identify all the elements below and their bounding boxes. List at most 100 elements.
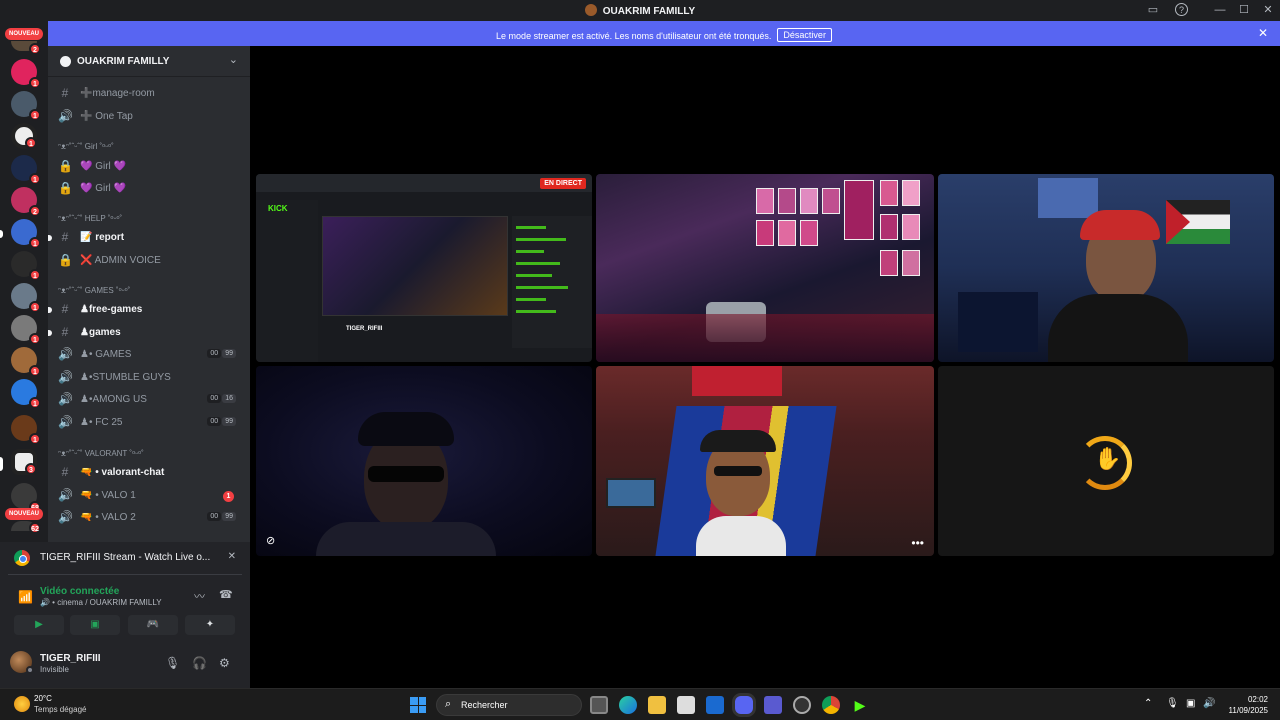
server-header[interactable]: OUAKRIM FAMILLY ⌄	[48, 46, 250, 77]
video-tile[interactable]	[938, 174, 1274, 362]
server-icon[interactable]: 2	[11, 187, 41, 217]
channel-manage-room[interactable]: # ➕manage-room	[56, 84, 244, 104]
channel-fc25[interactable]: 🔊 ♟• FC 25 00 99	[56, 413, 244, 433]
maximize-button[interactable]: ☐	[1236, 3, 1252, 17]
server-icon[interactable]: 1	[11, 155, 41, 185]
tray-chevron-icon[interactable]: ⌃	[1144, 698, 1152, 709]
search-placeholder: Rechercher	[461, 700, 508, 710]
video-tile[interactable]: ⊘	[256, 366, 592, 556]
disable-streamer-mode-button[interactable]: Désactiver	[777, 28, 832, 42]
mention-badge: 1	[25, 137, 37, 149]
video-tile[interactable]	[596, 174, 934, 362]
channel-among-us[interactable]: 🔊 ♟•AMONG US 00 16	[56, 390, 244, 410]
weather-condition[interactable]: Temps dégagé	[34, 705, 86, 714]
server-icon[interactable]: 1	[11, 251, 41, 281]
voice-channel-path[interactable]: 🔊 • cinema / OUAKRIM FAMILLY	[40, 598, 162, 607]
server-icon[interactable]: 62	[11, 521, 41, 534]
category-valorant[interactable]: ᵔᴥᵔ˚ˆᵕˆ˚ VALORANT ˚ᵒᵕᵒ˚	[58, 449, 144, 458]
desk	[958, 292, 1038, 352]
server-icon[interactable]: 1	[11, 347, 41, 377]
soundboard-button[interactable]: ✦	[185, 615, 235, 635]
channel-valo-2[interactable]: 🔊 🔫 • VALO 2 00 99	[56, 508, 244, 528]
disconnect-icon[interactable]: ☎	[219, 588, 233, 601]
clock[interactable]: 02:02 11/09/2025	[1229, 694, 1268, 716]
camera-button[interactable]: ▶	[14, 615, 64, 635]
date: 11/09/2025	[1228, 706, 1268, 715]
discord-icon[interactable]	[735, 696, 753, 714]
channel-girl-1[interactable]: 🔒 💜 Girl 💜	[56, 157, 244, 177]
windows-start-icon[interactable]	[410, 697, 426, 713]
screen-share-button[interactable]: ▣	[70, 615, 120, 635]
taskbar-search[interactable]: ⌕ Rechercher	[436, 694, 582, 716]
banner-message: Le mode streamer est activé. Les noms d'…	[496, 31, 772, 41]
channel-stumble-guys[interactable]: 🔊 ♟•STUMBLE GUYS	[56, 368, 244, 388]
kick-app-icon[interactable]: ▶	[851, 696, 869, 714]
channel-admin-voice[interactable]: 🔒 ❌ ADMIN VOICE	[56, 251, 244, 271]
close-button[interactable]: ✕	[1260, 3, 1276, 17]
server-icon[interactable]: 1	[11, 219, 41, 249]
store-icon[interactable]	[677, 696, 695, 714]
server-icon[interactable]: 1	[11, 315, 41, 345]
server-icon[interactable]: 1	[11, 91, 41, 121]
channel-girl-2[interactable]: 🔒 💜 Girl 💜	[56, 179, 244, 199]
server-icon[interactable]: 1	[11, 379, 41, 409]
task-view-icon[interactable]	[590, 696, 608, 714]
username[interactable]: TIGER_RIFIII	[40, 653, 101, 664]
activity-button[interactable]: 🎮	[128, 615, 178, 635]
video-tile[interactable]: •••	[596, 366, 934, 556]
microphone-tray-icon[interactable]: 🎙	[1166, 698, 1179, 709]
weather-icon[interactable]	[14, 696, 30, 712]
video-tile[interactable]: ✋	[938, 366, 1274, 556]
more-options-icon[interactable]: •••	[911, 536, 924, 550]
server-icon-selected[interactable]: 3	[11, 449, 37, 475]
minimize-button[interactable]: —	[1212, 3, 1228, 17]
file-explorer-icon[interactable]	[648, 696, 666, 714]
server-icon[interactable]: 1	[11, 415, 41, 445]
server-badge-icon	[60, 56, 71, 67]
chrome-icon[interactable]	[822, 696, 840, 714]
channel-valo-1[interactable]: 🔊 🔫 • VALO 1 1	[56, 486, 244, 506]
channel-games[interactable]: # ♟games	[48, 323, 244, 343]
screen-share-tile[interactable]: EN DIRECT KICK TIGER_RIFIII	[256, 174, 592, 362]
mention-badge: 2	[29, 205, 41, 217]
inbox-icon[interactable]: ▭	[1145, 3, 1161, 17]
search-icon: ⌕	[445, 698, 452, 710]
mention-badge: 3	[25, 463, 37, 475]
banner-close-icon[interactable]: ✕	[1258, 26, 1268, 40]
edge-icon[interactable]	[619, 696, 637, 714]
channel-report[interactable]: # 📝 report	[48, 228, 244, 248]
settings-gear-icon[interactable]: ⚙	[219, 656, 230, 670]
server-icon[interactable]: 1	[11, 283, 41, 313]
microphone-icon[interactable]: 🎙	[165, 656, 180, 670]
teams-icon[interactable]	[764, 696, 782, 714]
outlook-icon[interactable]	[706, 696, 724, 714]
signal-icon[interactable]: 📶	[18, 590, 33, 604]
channel-free-games[interactable]: # ♟free-games	[48, 300, 244, 320]
help-icon[interactable]: ?	[1175, 3, 1188, 16]
server-icon[interactable]: 2	[11, 41, 41, 55]
channel-label: ♟• FC 25	[80, 417, 123, 428]
server-icon[interactable]: 1	[11, 123, 37, 149]
voice-connection-status[interactable]: Vidéo connectée	[40, 586, 119, 597]
settings-app-icon[interactable]	[793, 696, 811, 714]
chevron-down-icon[interactable]: ⌄	[229, 53, 238, 66]
channel-one-tap[interactable]: 🔊 ➕ One Tap	[56, 107, 244, 127]
close-icon[interactable]: ✕	[228, 551, 236, 562]
stream-activity[interactable]: TIGER_RIFIII Stream - Watch Live o... ✕	[8, 547, 242, 569]
headphones-icon[interactable]: 🎧	[192, 656, 207, 670]
new-badge: NOUVEAU	[5, 508, 43, 520]
channel-voice-games[interactable]: 🔊 ♟• GAMES 00 99	[56, 345, 244, 365]
wall-poster	[1038, 178, 1098, 218]
network-icon[interactable]: ▣	[1186, 698, 1195, 709]
channel-valorant-chat[interactable]: # 🔫 • valorant-chat	[56, 463, 244, 483]
server-icon[interactable]: 1	[11, 59, 41, 89]
server-icon[interactable]: 68	[11, 483, 41, 513]
category-girl[interactable]: ᵔᴥᵔ˚ˆᵕˆ˚ Girl ˚ᵒᵕᵒ˚	[58, 142, 114, 151]
text-channel-icon: #	[61, 86, 69, 100]
category-games[interactable]: ᵔᴥᵔ˚ˆᵕˆ˚ GAMES ˚ᵒᵕᵒ˚	[58, 286, 130, 295]
shoulders	[316, 522, 496, 556]
noise-suppression-icon[interactable]: 〰	[194, 588, 205, 604]
temperature[interactable]: 20°C	[34, 694, 52, 703]
volume-icon[interactable]: 🔊	[1203, 698, 1215, 709]
category-help[interactable]: ᵔᴥᵔ˚ˆᵕˆ˚ HELP ˚ᵒᵕᵒ˚	[58, 214, 122, 223]
